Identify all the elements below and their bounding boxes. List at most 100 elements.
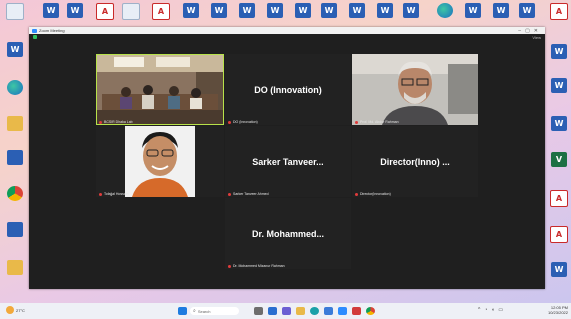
- word-file-icon: W: [239, 3, 255, 18]
- video-tile-sarker[interactable]: Sarker Tanveer... Sarker Tanveer Ahmed: [225, 126, 351, 197]
- edge-browser-icon: [437, 3, 453, 18]
- desktop-icon-word[interactable]: W: [292, 3, 314, 18]
- desktop-icon-pdf[interactable]: A: [548, 190, 570, 207]
- word-file-icon: W: [377, 3, 393, 18]
- desktop-icon-pdf[interactable]: A: [94, 3, 116, 20]
- recycle-bin-icon: [6, 3, 24, 20]
- desktop-icon-blank[interactable]: [120, 3, 142, 20]
- taskbar: 27°C ⌕ Search ^ ◔ ◖ ▭ 12:05 PM 10/23/202…: [0, 303, 571, 319]
- desktop-icon-edge[interactable]: [434, 3, 456, 18]
- desktop-icon-word[interactable]: W: [548, 262, 570, 277]
- desktop-icon-pdf[interactable]: A: [150, 3, 172, 20]
- chat-icon[interactable]: [282, 307, 291, 315]
- desktop-icon-edge[interactable]: [4, 80, 26, 95]
- view-button[interactable]: View: [532, 35, 541, 40]
- desktop-icon-excel[interactable]: V: [548, 152, 570, 167]
- desktop-icon-word[interactable]: W: [318, 3, 340, 18]
- excel-file-icon: V: [551, 152, 567, 167]
- video-tile-tofajjal[interactable]: Tofajjal Hossain: [96, 126, 224, 197]
- desktop-icon-word[interactable]: W: [548, 116, 570, 131]
- chrome-browser-icon: [7, 186, 23, 201]
- chevron-up-icon[interactable]: ^: [478, 307, 480, 313]
- desktop-icon-screen[interactable]: [4, 150, 26, 165]
- video-tile-professor[interactable]: Prof. Md. Abdur Rahman: [352, 54, 478, 125]
- video-tile-room[interactable]: BCSIR Dhaka Lab: [96, 54, 224, 125]
- weather-widget[interactable]: 27°C: [6, 306, 25, 314]
- tile-label: Sarker Tanveer Ahmed: [228, 192, 269, 196]
- task-view-icon[interactable]: [254, 307, 263, 315]
- desktop-icon-word[interactable]: W: [548, 44, 570, 59]
- system-tray[interactable]: ^ ◔ ◖ ▭: [478, 307, 503, 313]
- desktop-icon-word[interactable]: W: [4, 42, 26, 57]
- desktop-icon-word[interactable]: W: [64, 3, 86, 18]
- tile-label: Prof. Md. Abdur Rahman: [355, 120, 399, 124]
- desktop-icon-word[interactable]: W: [490, 3, 512, 18]
- edge-taskbar-icon[interactable]: [310, 307, 319, 315]
- desktop-icon-word[interactable]: [4, 3, 26, 20]
- search-placeholder: Search: [197, 308, 211, 314]
- meeting-info-bar: View: [29, 34, 545, 40]
- widgets-icon[interactable]: [268, 307, 277, 315]
- room-video-image: [96, 54, 224, 125]
- video-tile-director[interactable]: Director(Inno) ... Director(Innovation): [352, 126, 478, 197]
- taskbar-search[interactable]: ⌕ Search: [190, 307, 239, 315]
- tile-label: Director(Innovation): [355, 192, 391, 196]
- video-tile-do-innovation[interactable]: DO (Innovation) DO (Innovation): [225, 54, 351, 125]
- desktop-icon-word[interactable]: W: [462, 3, 484, 18]
- participant-name: DO (Innovation): [254, 84, 322, 95]
- monitor-icon: [7, 150, 23, 165]
- desktop-icon-word[interactable]: W: [346, 3, 368, 18]
- desktop-icon-network[interactable]: [4, 222, 26, 237]
- participant-photo: [96, 126, 224, 197]
- desktop-icon-word[interactable]: W: [40, 3, 62, 18]
- window-title: Zoom Meeting: [39, 28, 65, 33]
- pdf-file-icon: A: [550, 226, 568, 243]
- desktop-icon-word[interactable]: W: [208, 3, 230, 18]
- word-file-icon: W: [551, 44, 567, 59]
- desktop-icon-folder[interactable]: [4, 260, 26, 275]
- window-controls[interactable]: –▢✕: [518, 28, 542, 34]
- search-icon: ⌕: [193, 308, 196, 314]
- chrome-taskbar-icon[interactable]: [366, 307, 375, 315]
- document-icon: [122, 3, 140, 20]
- mic-muted-icon: [99, 120, 102, 124]
- word-file-icon: W: [67, 3, 83, 18]
- participant-name: Dr. Mohammed...: [251, 228, 324, 239]
- desktop-icon-word[interactable]: W: [548, 78, 570, 93]
- volume-icon[interactable]: ◖: [491, 307, 494, 313]
- clock[interactable]: 12:05 PM 10/23/2022: [534, 305, 568, 315]
- wifi-icon[interactable]: ◔: [484, 307, 487, 313]
- desktop-icon-word[interactable]: W: [516, 3, 538, 18]
- video-tile-mohammed[interactable]: Dr. Mohammed... Dr. Mohammed Mizanur Rah…: [225, 198, 351, 269]
- tile-label: Dr. Mohammed Mizanur Rahman: [228, 264, 285, 268]
- desktop-icon-word[interactable]: W: [374, 3, 396, 18]
- desktop-icon-word[interactable]: W: [264, 3, 286, 18]
- file-explorer-icon[interactable]: [296, 307, 305, 315]
- participant-video-image: [352, 54, 478, 125]
- pdf-taskbar-icon[interactable]: [352, 307, 361, 315]
- desktop-icon-word[interactable]: W: [400, 3, 422, 18]
- desktop-icon-word[interactable]: W: [236, 3, 258, 18]
- start-icon[interactable]: [178, 307, 187, 315]
- store-icon[interactable]: [324, 307, 333, 315]
- desktop-icon-pdf[interactable]: A: [548, 226, 570, 243]
- pdf-file-icon: A: [152, 3, 170, 20]
- weather-icon: [6, 306, 14, 314]
- desktop-icon-pdf[interactable]: A: [548, 3, 570, 20]
- word-file-icon: W: [465, 3, 481, 18]
- battery-icon[interactable]: ▭: [498, 307, 503, 313]
- security-shield-icon[interactable]: [33, 35, 37, 39]
- word-file-icon: W: [183, 3, 199, 18]
- zoom-taskbar-icon[interactable]: [338, 307, 347, 315]
- zoom-meeting-window: Zoom Meeting –▢✕ View BCSIR Dhaka Lab DO: [29, 27, 545, 289]
- desktop-icon-word[interactable]: W: [180, 3, 202, 18]
- window-titlebar[interactable]: Zoom Meeting –▢✕: [29, 27, 545, 34]
- desktop-icon-chrome[interactable]: [4, 186, 26, 201]
- word-file-icon: W: [551, 116, 567, 131]
- tile-label: DO (Innovation): [228, 120, 258, 124]
- desktop-icon-folder[interactable]: [4, 116, 26, 131]
- word-file-icon: W: [211, 3, 227, 18]
- mic-muted-icon: [355, 192, 358, 196]
- word-file-icon: W: [7, 42, 23, 57]
- word-file-icon: W: [551, 262, 567, 277]
